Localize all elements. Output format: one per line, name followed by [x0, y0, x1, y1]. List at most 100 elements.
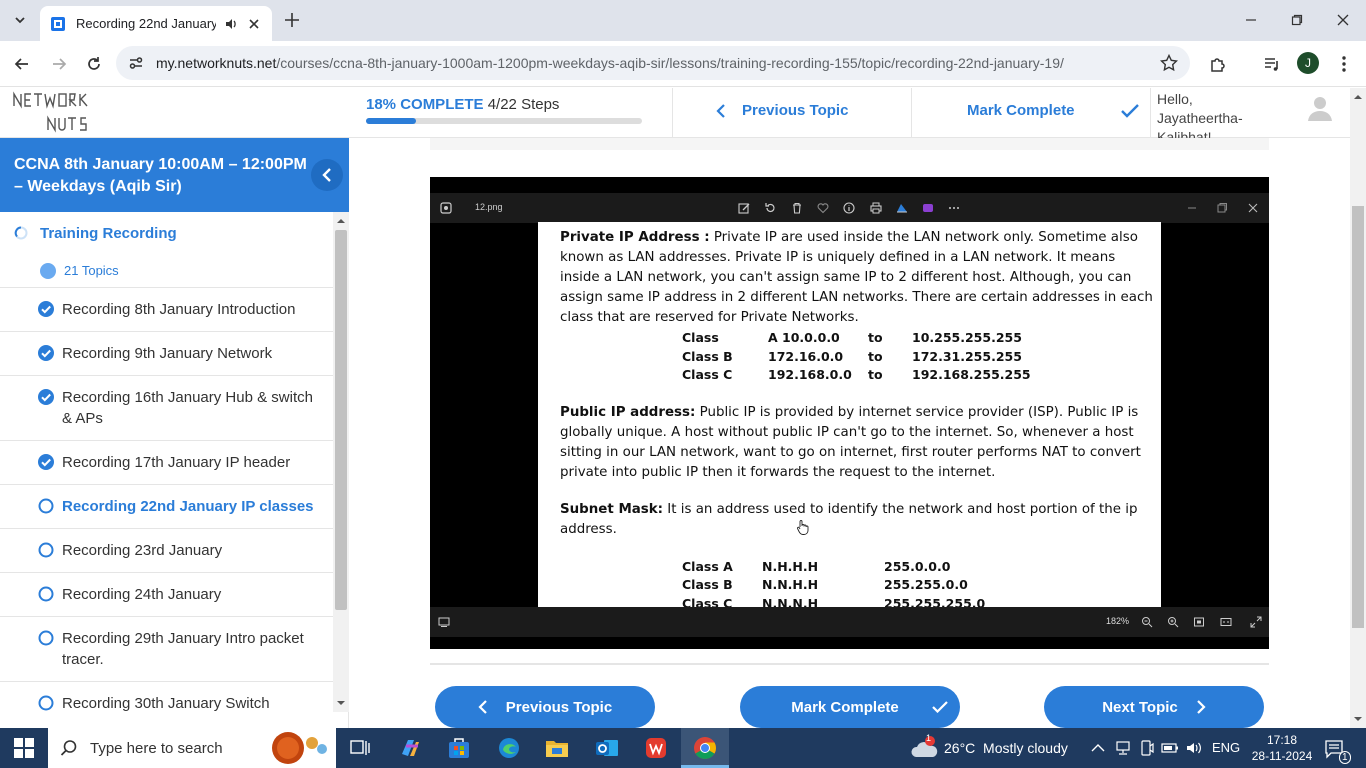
section-training-recording[interactable]: Training Recording — [0, 212, 333, 254]
progress-steps: 4/22 Steps — [487, 96, 560, 113]
subnet-mask-row: Class A N.H.H.H 255.0.0.0 — [682, 558, 1153, 577]
user-avatar-icon[interactable] — [1306, 94, 1334, 122]
scroll-down-icon — [337, 701, 345, 705]
delete-icon[interactable] — [791, 202, 803, 214]
edit-icon[interactable] — [738, 202, 750, 214]
page-scrollbar-thumb[interactable] — [1352, 206, 1364, 628]
more-options-icon[interactable] — [948, 202, 960, 214]
mark-complete-link-top[interactable]: Mark Complete — [967, 102, 1075, 119]
lesson-item[interactable]: Recording 23rd January — [0, 529, 333, 573]
networknuts-logo[interactable] — [10, 90, 110, 134]
lesson-label: Recording 17th January IP header — [62, 454, 291, 471]
previous-topic-link-top[interactable]: Previous Topic — [716, 102, 848, 119]
collapse-sidebar-button[interactable] — [311, 159, 343, 191]
course-sidebar: CCNA 8th January 10:00AM – 12:00PM – Wee… — [0, 138, 349, 728]
language-indicator[interactable]: ENG — [1212, 740, 1240, 755]
outlook-button[interactable] — [593, 734, 621, 762]
minimize-button[interactable] — [1241, 10, 1261, 30]
speaker-icon[interactable] — [224, 17, 238, 31]
chrome-button[interactable] — [691, 734, 719, 762]
forward-button[interactable] — [48, 53, 70, 75]
range-cell: A 10.0.0.0 — [768, 330, 840, 345]
back-button[interactable] — [11, 53, 33, 75]
search-highlight-graphic-icon — [272, 732, 327, 764]
viewer-minimize-icon[interactable] — [1186, 202, 1198, 214]
browser-tab-bar: Recording 22nd January IP c — [0, 0, 1366, 41]
page-scrollbar[interactable] — [1350, 88, 1366, 728]
reload-button[interactable] — [83, 53, 105, 75]
meet-now-icon[interactable] — [1139, 740, 1155, 756]
rotate-icon[interactable] — [764, 202, 776, 214]
favorite-heart-icon[interactable] — [817, 202, 829, 214]
bookmark-star-icon[interactable] — [1160, 54, 1178, 72]
battery-icon[interactable] — [1161, 740, 1179, 756]
lesson-item[interactable]: Recording 24th January — [0, 573, 333, 617]
viewer-close-icon[interactable] — [1247, 202, 1259, 214]
previous-topic-button[interactable]: Previous Topic — [435, 686, 655, 728]
fullscreen-icon[interactable] — [1250, 616, 1262, 628]
next-topic-button[interactable]: Next Topic — [1044, 686, 1264, 728]
network-icon[interactable] — [1115, 740, 1131, 756]
lesson-label: Recording 23rd January — [62, 542, 223, 559]
profile-avatar[interactable]: J — [1297, 52, 1319, 74]
fit-to-window-icon[interactable] — [1193, 616, 1205, 628]
chevron-up-icon[interactable] — [1091, 742, 1105, 754]
arrow-left-icon — [14, 58, 28, 70]
lesson-item[interactable]: Recording 16th January Hub & switch & AP… — [0, 376, 333, 441]
image-app-icon[interactable] — [440, 202, 452, 214]
media-controls-button[interactable] — [1261, 53, 1283, 75]
zoom-out-icon[interactable] — [1141, 616, 1153, 628]
wps-office-icon — [646, 738, 666, 758]
weather-cloud-icon[interactable] — [910, 735, 940, 761]
video-player[interactable]: 12.png Private IP Address : Private IP a… — [430, 177, 1269, 649]
filmstrip-icon[interactable] — [438, 616, 450, 628]
tab-search-button[interactable] — [8, 9, 32, 31]
range-cell: 172.31.255.255 — [912, 348, 1022, 364]
close-window-button[interactable] — [1333, 10, 1353, 30]
system-clock[interactable]: 17:18 28-11-2024 — [1250, 732, 1314, 764]
taskbar-search[interactable]: Type here to search — [48, 728, 336, 768]
extensions-button[interactable] — [1207, 53, 1229, 75]
start-button[interactable] — [10, 734, 38, 762]
edge-button[interactable] — [495, 734, 523, 762]
file-explorer-button[interactable] — [543, 734, 571, 762]
lesson-topbar: 18% COMPLETE 4/22 Steps Previous Topic M… — [0, 88, 1350, 145]
new-tab-icon[interactable] — [282, 10, 302, 30]
image-filename: 12.png — [475, 202, 503, 212]
microsoft-store-button[interactable] — [445, 734, 473, 762]
browser-menu-button[interactable] — [1333, 53, 1355, 75]
lesson-item[interactable]: Recording 30th January Switch — [0, 682, 333, 712]
weather-text[interactable]: 26°C Mostly cloudy — [944, 740, 1068, 756]
clock-date: 28-11-2024 — [1251, 749, 1313, 763]
copilot-button[interactable] — [396, 734, 424, 762]
sidebar-scrollbar[interactable] — [333, 212, 349, 712]
task-view-button[interactable] — [346, 734, 374, 762]
viewer-restore-icon[interactable] — [1216, 202, 1228, 214]
completed-check-icon — [38, 345, 54, 361]
course-title[interactable]: CCNA 8th January 10:00AM – 12:00PM – Wee… — [14, 154, 309, 198]
wps-office-button[interactable] — [642, 734, 670, 762]
print-icon[interactable] — [870, 202, 882, 214]
lesson-item[interactable]: Recording 9th January Network — [0, 332, 333, 376]
lesson-item[interactable]: Recording 8th January Introduction — [0, 288, 333, 332]
topics-count[interactable]: 21 Topics — [0, 254, 333, 288]
actual-size-icon[interactable] — [1220, 616, 1232, 628]
address-bar[interactable]: my.networknuts.net/courses/ccna-8th-janu… — [116, 46, 1190, 80]
restore-button[interactable] — [1287, 10, 1307, 30]
clipchamp-icon[interactable] — [922, 202, 934, 214]
lesson-item[interactable]: Recording 17th January IP header — [0, 441, 333, 485]
lesson-item[interactable]: Recording 22nd January IP classes — [0, 485, 333, 529]
site-info-icon[interactable] — [126, 53, 146, 73]
onedrive-icon[interactable] — [896, 202, 908, 214]
zoom-in-icon[interactable] — [1167, 616, 1179, 628]
range-cell: to — [868, 367, 883, 382]
info-icon[interactable] — [843, 202, 855, 214]
checkmark-icon[interactable] — [1121, 104, 1139, 118]
close-tab-icon[interactable] — [248, 18, 260, 30]
mark-complete-button[interactable]: Mark Complete — [740, 686, 960, 728]
lesson-item[interactable]: Recording 29th January Intro packet trac… — [0, 617, 333, 682]
volume-icon[interactable] — [1185, 740, 1203, 756]
puzzle-icon — [1211, 58, 1225, 72]
sidebar-scrollbar-thumb[interactable] — [335, 230, 347, 610]
browser-tab[interactable]: Recording 22nd January IP c — [40, 6, 272, 41]
